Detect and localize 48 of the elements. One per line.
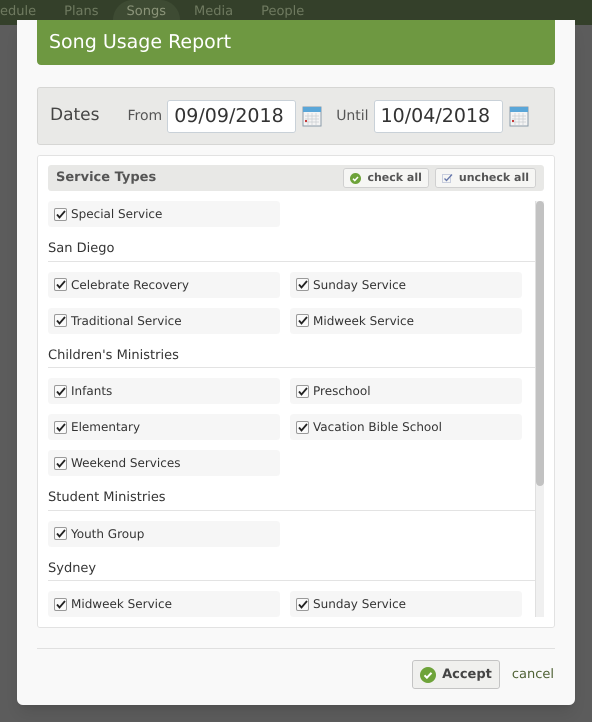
calendar-icon[interactable] xyxy=(508,105,529,127)
group-heading: Sydney xyxy=(48,556,535,581)
checkbox-label: Celebrate Recovery xyxy=(71,276,189,294)
calendar-icon[interactable] xyxy=(302,105,322,127)
check-circle-icon xyxy=(420,666,436,682)
dialog-title: Song Usage Report xyxy=(37,20,555,65)
group-heading: Children's Ministries xyxy=(48,344,535,368)
checkbox-label: Youth Group xyxy=(71,526,144,542)
dotted-check-icon xyxy=(442,172,453,184)
checkbox[interactable] xyxy=(296,278,309,291)
checkbox[interactable] xyxy=(296,384,309,398)
checkbox-label: Weekend Services xyxy=(71,455,180,472)
checkbox-label: Vacation Bible School xyxy=(313,419,442,436)
checkbox-label: Elementary xyxy=(71,419,140,436)
checkbox-label: Preschool xyxy=(313,383,371,400)
checkbox[interactable] xyxy=(54,420,67,434)
check-circle-icon xyxy=(350,172,362,184)
group-heading: San Diego xyxy=(48,237,535,262)
date-label: Until xyxy=(336,106,369,126)
checkbox[interactable] xyxy=(296,420,309,434)
checkbox-label: Sunday Service xyxy=(313,596,406,613)
check-all-button[interactable]: check all xyxy=(343,168,429,188)
scrollbar[interactable] xyxy=(535,201,544,617)
checkbox[interactable] xyxy=(54,384,67,398)
dates-label: Dates xyxy=(50,104,100,128)
checkbox[interactable] xyxy=(54,278,67,291)
accept-button[interactable]: Accept xyxy=(412,660,500,689)
checkbox-label: Infants xyxy=(71,383,112,400)
date-label: From xyxy=(128,106,162,126)
checkbox-label: Midweek Service xyxy=(313,312,414,330)
checkbox-label: Traditional Service xyxy=(71,312,182,330)
date-field[interactable]: 09/09/2018 xyxy=(167,100,296,132)
section-title: Service Types xyxy=(56,169,158,188)
checkbox-label: Special Service xyxy=(71,206,162,223)
scrollbar-thumb[interactable] xyxy=(536,201,544,486)
checkbox-label: Sunday Service xyxy=(313,276,406,294)
uncheck-all-button[interactable]: uncheck all xyxy=(434,168,536,188)
checkbox[interactable] xyxy=(296,598,309,610)
checkbox-label: Midweek Service xyxy=(71,596,172,613)
cancel-link[interactable]: cancel xyxy=(512,664,554,684)
checkbox[interactable] xyxy=(54,598,67,610)
date-field[interactable]: 10/04/2018 xyxy=(374,100,503,132)
checkbox[interactable] xyxy=(54,208,67,220)
checkbox[interactable] xyxy=(54,527,67,540)
checkbox[interactable] xyxy=(54,456,67,470)
checkbox[interactable] xyxy=(296,314,309,327)
group-heading: Student Ministries xyxy=(48,486,535,510)
checkbox[interactable] xyxy=(54,314,67,327)
